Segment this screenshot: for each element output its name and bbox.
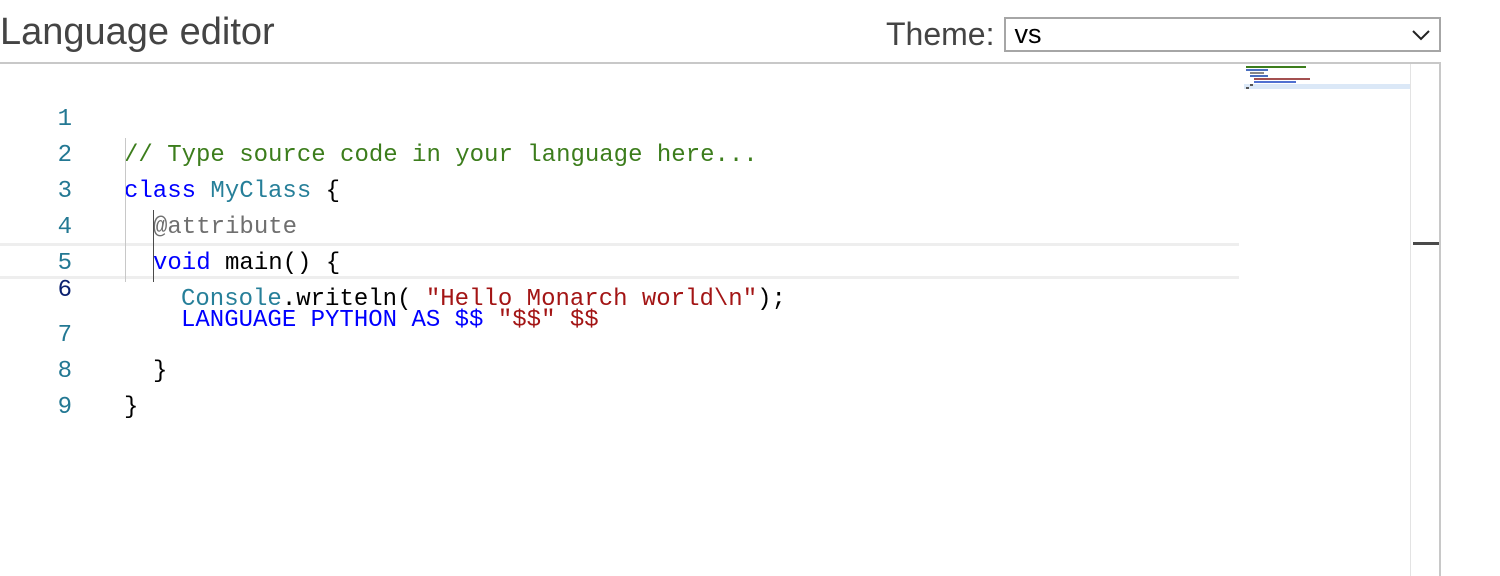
theme-label: Theme: <box>886 16 995 52</box>
theme-select-value: vs <box>1014 18 1042 49</box>
chevron-down-icon <box>1412 29 1431 40</box>
code-line[interactable]: 8 } <box>0 318 1239 421</box>
minimap-line <box>1254 81 1296 83</box>
code-line[interactable]: 9 <box>0 354 1239 421</box>
minimap-line <box>1250 72 1264 74</box>
minimap[interactable] <box>1244 64 1410 124</box>
code-line[interactable]: 3 @attribute <box>0 138 1239 241</box>
indent-guide <box>125 138 126 282</box>
minimap-line <box>1246 87 1249 89</box>
minimap-line <box>1250 84 1253 86</box>
page-title: Language editor <box>0 11 275 53</box>
minimap-line <box>1250 75 1268 77</box>
code-line-current[interactable]: 6 LANGUAGE PYTHON AS $$ "$$" $$ <box>0 243 1239 334</box>
code-line[interactable]: 7 } <box>0 282 1239 385</box>
code-line[interactable]: 2 class MyClass { <box>0 102 1239 205</box>
minimap-current-line <box>1244 84 1410 89</box>
code-editor[interactable]: 1 // Type source code in your language h… <box>0 62 1441 576</box>
text-token: } <box>124 394 139 421</box>
theme-picker: Theme: vs <box>886 14 1442 54</box>
scrollbar-cursor-marker <box>1413 242 1439 245</box>
code-line[interactable]: 5 Console.writeln( "Hello Monarch world\… <box>0 210 1239 313</box>
minimap-line <box>1246 69 1268 71</box>
minimap-line <box>1246 66 1306 68</box>
code-line[interactable]: 1 // Type source code in your language h… <box>0 66 1239 169</box>
code-line[interactable]: 4 void main() { <box>0 174 1239 277</box>
code-text: } <box>124 390 138 426</box>
line-number: 9 <box>57 394 72 421</box>
theme-select[interactable]: vs <box>1004 16 1442 52</box>
indent-guide <box>153 210 154 282</box>
minimap-line <box>1254 78 1310 80</box>
vertical-scrollbar[interactable] <box>1410 64 1439 576</box>
